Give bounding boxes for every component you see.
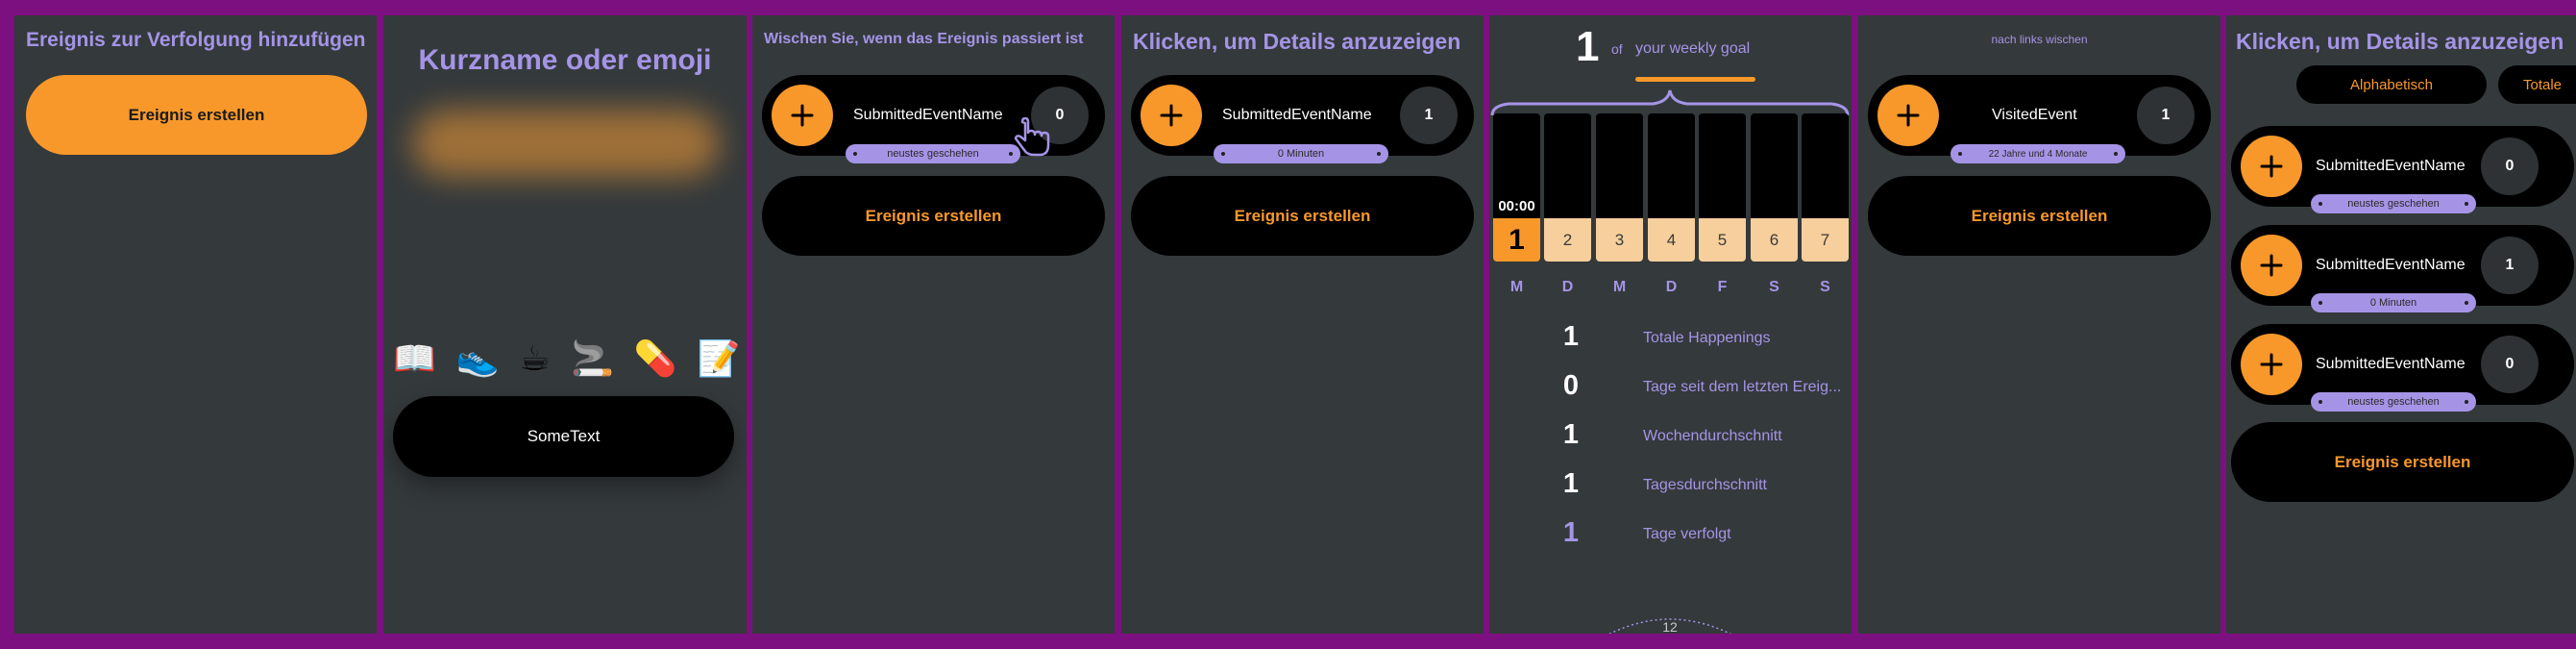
event-name: SubmittedEventName — [1222, 107, 1372, 123]
screen-click-details: Klicken, um Details anzuzeigen Submitted… — [1121, 15, 1484, 634]
plus-icon — [1897, 104, 1920, 127]
page-title: Klicken, um Details anzuzeigen — [2236, 29, 2564, 54]
swipe-hint: nach links wischen — [1991, 33, 2088, 46]
goal-label: your weekly goal — [1635, 40, 1751, 57]
page-title: Kurzname oder emoji — [418, 44, 712, 76]
day-box[interactable]: 5 — [1699, 218, 1746, 262]
event-count: 1 — [2481, 237, 2539, 294]
add-occurrence-button[interactable] — [1141, 85, 1202, 146]
day-bar — [1544, 113, 1591, 218]
day-bar: 00:00 — [1493, 113, 1540, 218]
stat-label: Tage verfolgt — [1643, 526, 1731, 542]
event-name: VisitedEvent — [1992, 107, 2077, 123]
blurred-input-glow — [412, 110, 720, 177]
stat-value: 1 — [1562, 321, 1580, 352]
weekday-label: M — [1509, 279, 1524, 295]
add-occurrence-button[interactable] — [772, 85, 833, 146]
create-event-button[interactable]: Ereignis erstellen — [26, 75, 367, 155]
bar-time: 00:00 — [1498, 198, 1535, 214]
event-name: SubmittedEventName — [853, 107, 1003, 123]
weekday-label: F — [1717, 279, 1728, 295]
screen-swipe-left: nach links wischen VisitedEvent 1 22 Jah… — [1858, 15, 2220, 634]
goal-count: 1 — [1576, 23, 1600, 70]
book-emoji-icon[interactable]: 📖 — [393, 338, 436, 387]
stat-value: 1 — [1562, 517, 1580, 548]
sort-tab-alphabetical[interactable]: Alphabetisch — [2296, 65, 2487, 104]
stat-label: Tage seit dem letzten Ereig... — [1643, 379, 1842, 395]
event-subtitle: 22 Jahre und 4 Monate — [1950, 144, 2125, 163]
create-event-button[interactable]: Ereignis erstellen — [1131, 176, 1474, 256]
day-box[interactable]: 2 — [1544, 218, 1591, 262]
event-count: 0 — [2481, 336, 2539, 393]
goal-of: of — [1611, 41, 1623, 57]
weekday-label: S — [1820, 279, 1830, 295]
create-event-button[interactable]: Ereignis erstellen — [762, 176, 1105, 256]
add-occurrence-button[interactable] — [2241, 235, 2302, 296]
event-name: SubmittedEventName — [2316, 257, 2466, 273]
page-title: Wischen Sie, wenn das Ereignis passiert … — [764, 31, 1084, 47]
event-name: SubmittedEventName — [2316, 158, 2466, 174]
plus-icon — [2260, 254, 2283, 277]
name-input[interactable]: SomeText — [393, 396, 734, 477]
event-subtitle: neustes geschehen — [2311, 194, 2476, 213]
screen-event-list: Klicken, um Details anzuzeigen Alphabeti… — [2226, 15, 2576, 634]
day-box[interactable]: 1 — [1493, 218, 1540, 262]
coffee-emoji-icon[interactable]: ☕ — [520, 338, 551, 387]
create-event-button[interactable]: Ereignis erstellen — [2231, 422, 2574, 502]
page-title: Klicken, um Details anzuzeigen — [1133, 29, 1461, 54]
event-count: 1 — [1400, 87, 1458, 144]
day-bar — [1648, 113, 1695, 218]
event-subtitle: neustes geschehen — [846, 144, 1020, 163]
screen-add-event: Ereignis zur Verfolgung hinzufügen Ereig… — [14, 15, 377, 634]
screen-event-details: 1 of your weekly goal 00:00 1 2 3 4 5 6 … — [1489, 15, 1852, 634]
plus-icon — [791, 104, 814, 127]
day-bar — [1699, 113, 1746, 218]
page-title: Ereignis zur Verfolgung hinzufügen — [26, 29, 366, 51]
stat-label: Tagesdurchschnitt — [1643, 477, 1767, 493]
day-bar — [1596, 113, 1643, 218]
create-event-button[interactable]: Ereignis erstellen — [1868, 176, 2211, 256]
event-count: 1 — [2137, 87, 2195, 144]
day-box[interactable]: 4 — [1648, 218, 1695, 262]
clock-number: 12 — [1662, 619, 1678, 634]
sort-tab-total[interactable]: Totale — [2498, 65, 2576, 104]
stat-label: Wochendurchschnitt — [1643, 428, 1782, 444]
event-subtitle: 0 Minuten — [1214, 144, 1388, 163]
screen-name-entry: Kurzname oder emoji 📖 👟 ☕ 🚬 💊 📝 SomeText — [383, 15, 747, 634]
day-box[interactable]: 6 — [1751, 218, 1798, 262]
event-name: SubmittedEventName — [2316, 356, 2466, 372]
add-occurrence-button[interactable] — [2241, 136, 2302, 197]
day-box[interactable]: 7 — [1802, 218, 1849, 262]
memo-emoji-icon[interactable]: 📝 — [698, 338, 741, 387]
weekday-label: M — [1612, 279, 1627, 295]
cigarette-emoji-icon[interactable]: 🚬 — [571, 338, 614, 387]
add-occurrence-button[interactable] — [1877, 85, 1939, 146]
plus-icon — [2260, 155, 2283, 178]
day-box[interactable]: 3 — [1596, 218, 1643, 262]
add-occurrence-button[interactable] — [2241, 334, 2302, 395]
screen-swipe-event: Wischen Sie, wenn das Ereignis passiert … — [752, 15, 1115, 634]
stat-label: Totale Happenings — [1643, 330, 1771, 346]
stat-value: 0 — [1562, 370, 1580, 401]
goal-progress-bar — [1635, 77, 1755, 82]
plus-icon — [2260, 353, 2283, 376]
day-bar — [1802, 113, 1849, 218]
event-subtitle: neustes geschehen — [2311, 392, 2476, 412]
weekday-label: D — [1561, 279, 1574, 295]
plus-icon — [1160, 104, 1183, 127]
day-bar — [1751, 113, 1798, 218]
emoji-row: 📖 👟 ☕ 🚬 💊 📝 — [393, 338, 747, 387]
stat-value: 1 — [1562, 468, 1580, 499]
event-count: 0 — [2481, 137, 2539, 195]
pill-emoji-icon[interactable]: 💊 — [634, 338, 677, 387]
weekday-label: S — [1769, 279, 1779, 295]
stat-value: 1 — [1562, 419, 1580, 450]
event-subtitle: 0 Minuten — [2311, 293, 2476, 312]
weekday-label: D — [1665, 279, 1678, 295]
sneaker-emoji-icon[interactable]: 👟 — [456, 338, 500, 387]
